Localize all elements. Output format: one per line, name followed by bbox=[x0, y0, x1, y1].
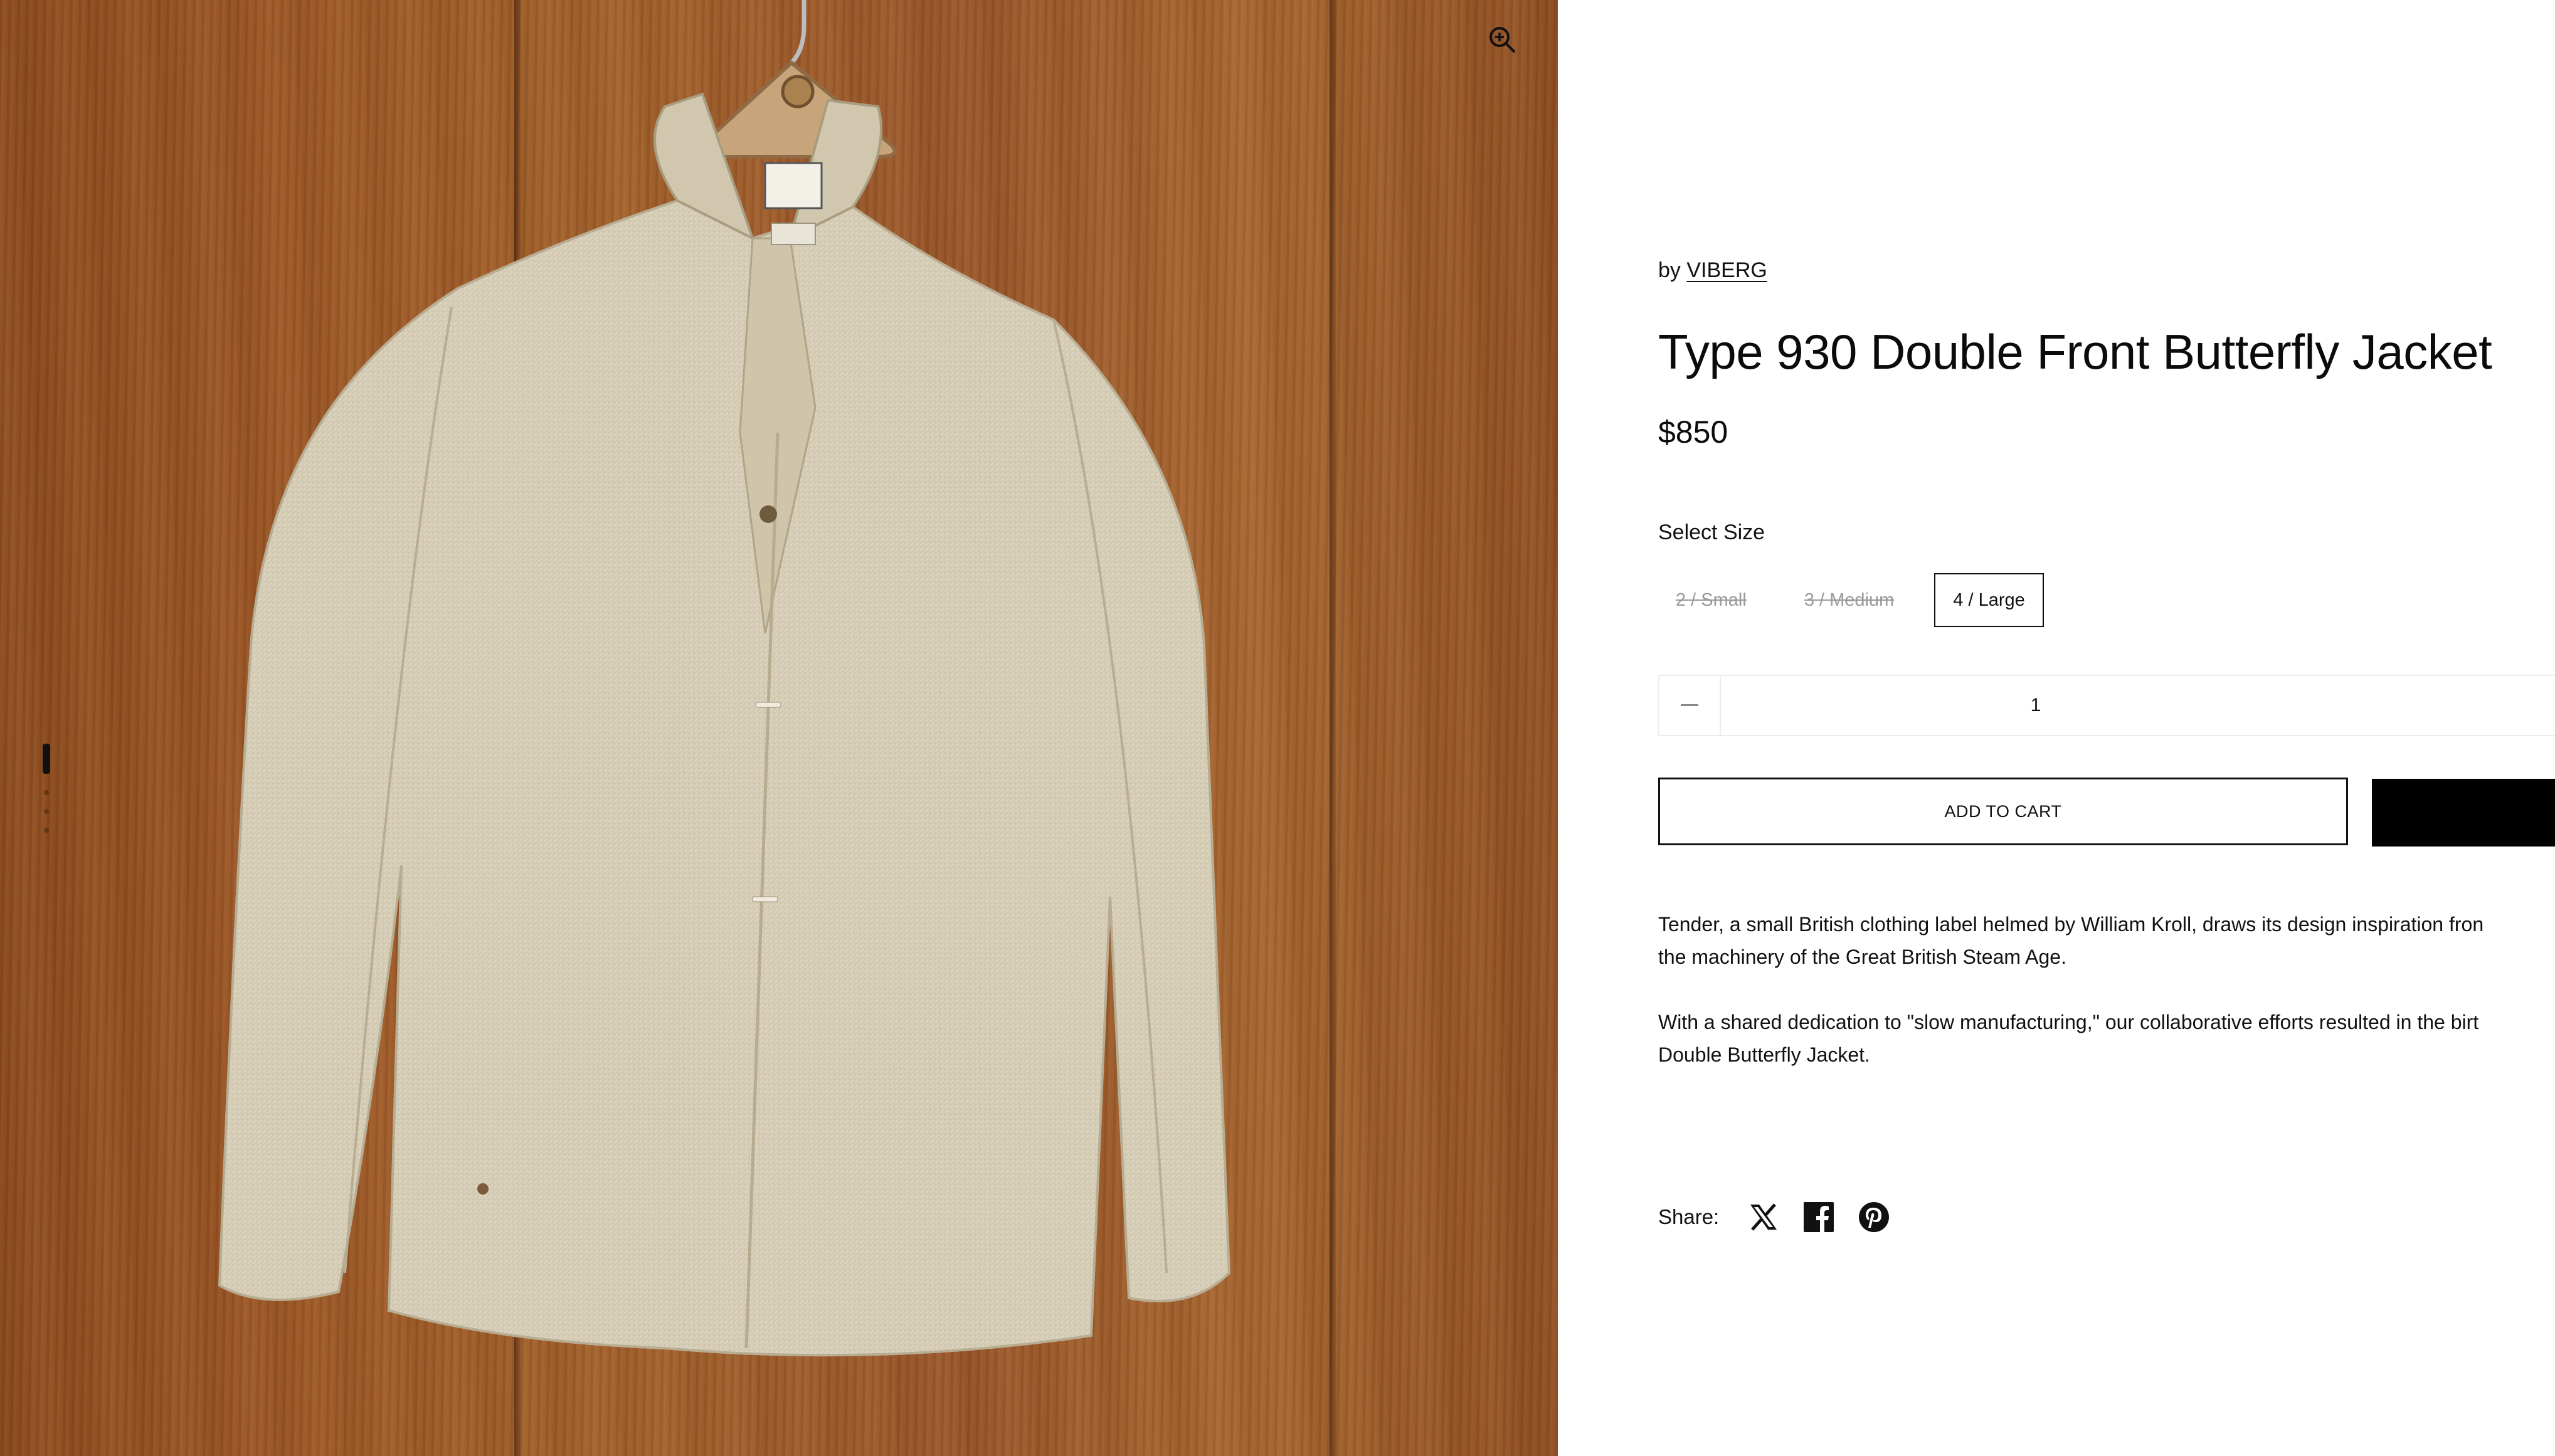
size-label: Select Size bbox=[1658, 520, 1765, 544]
description-paragraph: Tender, a small British clothing label h… bbox=[1658, 908, 2555, 973]
size-option-small[interactable]: 2 / Small bbox=[1658, 573, 1764, 627]
share-pinterest-button[interactable] bbox=[1857, 1200, 1891, 1234]
product-description: Tender, a small British clothing label h… bbox=[1658, 908, 2555, 1104]
product-image-panel bbox=[0, 0, 1558, 1456]
description-line: Tender, a small British clothing label h… bbox=[1658, 913, 2484, 936]
product-info-panel: by VIBERG Type 930 Double Front Butterfl… bbox=[1658, 0, 2555, 1456]
quantity-input[interactable]: 1 bbox=[1721, 695, 2351, 716]
share-label: Share: bbox=[1658, 1205, 1720, 1228]
pinterest-icon bbox=[1859, 1202, 1890, 1232]
slide-dot[interactable] bbox=[44, 809, 49, 814]
description-line: Double Butterfly Jacket. bbox=[1658, 1043, 1870, 1066]
minus-icon bbox=[1681, 704, 1698, 706]
product-title: Type 930 Double Front Butterfly Jacket bbox=[1658, 324, 2492, 379]
size-option-medium[interactable]: 3 / Medium bbox=[1787, 573, 1912, 627]
add-to-cart-button[interactable]: ADD TO CART bbox=[1658, 778, 2348, 845]
jacket-photo bbox=[218, 92, 1231, 1357]
product-price: $850 bbox=[1658, 414, 1728, 450]
size-selector: 2 / Small 3 / Medium 4 / Large bbox=[1658, 573, 2066, 627]
active-slide-indicator[interactable] bbox=[43, 744, 50, 774]
slide-dot[interactable] bbox=[44, 790, 49, 795]
x-icon bbox=[1750, 1203, 1777, 1231]
share-x-button[interactable] bbox=[1747, 1200, 1780, 1234]
description-paragraph: With a shared dedication to "slow manufa… bbox=[1658, 1006, 2555, 1071]
zoom-button[interactable] bbox=[1486, 24, 1518, 55]
vendor-line: by VIBERG bbox=[1658, 258, 1767, 283]
quantity-decrease-button[interactable] bbox=[1659, 676, 1721, 735]
vendor-prefix: by bbox=[1658, 258, 1681, 282]
zoom-in-icon bbox=[1489, 27, 1515, 53]
description-line: With a shared dedication to "slow manufa… bbox=[1658, 1011, 2479, 1033]
quantity-stepper: 1 bbox=[1658, 675, 2555, 736]
facebook-icon bbox=[1804, 1202, 1834, 1232]
share-bar: Share: bbox=[1658, 1200, 1912, 1234]
buy-now-button[interactable] bbox=[2372, 779, 2555, 847]
vendor-link[interactable]: VIBERG bbox=[1686, 258, 1767, 282]
share-facebook-button[interactable] bbox=[1802, 1200, 1836, 1234]
slide-dot[interactable] bbox=[44, 828, 49, 833]
description-line: the machinery of the Great British Steam… bbox=[1658, 946, 2066, 968]
size-option-large[interactable]: 4 / Large bbox=[1934, 573, 2044, 627]
